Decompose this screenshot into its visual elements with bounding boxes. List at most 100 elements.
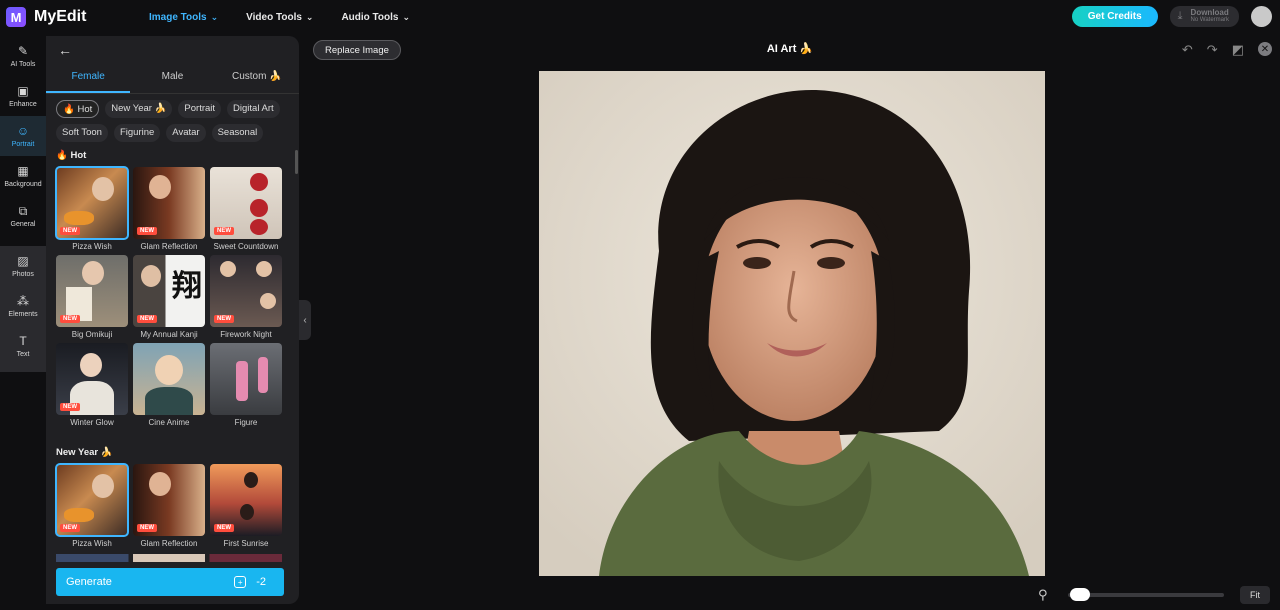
chip-portrait[interactable]: Portrait [178, 100, 222, 118]
portrait-icon: ☺ [16, 124, 30, 138]
style-card-pizza-wish[interactable]: NEW Pizza Wish [55, 166, 129, 252]
tab-female[interactable]: Female [46, 66, 131, 93]
undo-icon[interactable]: ↶ [1182, 42, 1193, 58]
new-badge: NEW [60, 227, 80, 235]
new-badge: NEW [137, 315, 157, 323]
rail-item-enhance[interactable]: ▣ Enhance [0, 76, 46, 116]
close-icon[interactable]: ✕ [1258, 42, 1272, 56]
new-badge: NEW [214, 227, 234, 235]
panel-scrollbar[interactable] [295, 150, 298, 174]
chip-seasonal[interactable]: Seasonal [211, 124, 264, 142]
thumb-figure [92, 474, 114, 498]
rail-item-background[interactable]: ▦ Background [0, 156, 46, 196]
thumb-figure [82, 261, 104, 285]
tab-custom[interactable]: Custom 🍌 [215, 66, 299, 93]
nav-label: Image Tools [149, 11, 207, 23]
thumb-figure [240, 504, 254, 520]
chip-figurine[interactable]: Figurine [113, 124, 161, 142]
style-label: Cine Anime [148, 418, 190, 427]
style-panel: ← Female Male Custom 🍌 🔥 Hot New Year 🍌 … [46, 36, 299, 604]
thumb-figure [64, 211, 94, 225]
section-title-new-year: New Year 🍌 [56, 447, 113, 458]
nav-video-tools[interactable]: Video Tools ⌄ [246, 12, 313, 23]
get-credits-button[interactable]: Get Credits [1071, 6, 1158, 27]
left-rail: ✎ AI Tools ▣ Enhance ☺ Portrait ▦ Backgr… [0, 36, 46, 610]
credit-icon: + [234, 576, 247, 588]
style-card-sweet-countdown[interactable]: NEW Sweet Countdown [210, 167, 282, 252]
avatar[interactable] [1251, 6, 1272, 27]
style-card-big-omikuji[interactable]: NEW Big Omikuji [56, 255, 128, 340]
app-name: MyEdit [34, 8, 87, 25]
style-label: Pizza Wish [72, 539, 112, 548]
style-thumbnail: NEW [210, 464, 282, 536]
rail-label: AI Tools [10, 61, 36, 68]
replace-image-button[interactable]: Replace Image [313, 40, 401, 60]
hot-style-grid: NEW Pizza Wish NEW Glam Reflection NEW S… [55, 166, 282, 428]
nav-label: Video Tools [246, 11, 302, 23]
style-card-pizza-wish[interactable]: NEW Pizza Wish [55, 463, 129, 549]
header-actions: Get Credits ⤓ Download No Watermark [1071, 6, 1272, 27]
style-card-figure[interactable]: Figure [210, 343, 282, 428]
collapse-panel-button[interactable]: ‹ [299, 300, 311, 340]
style-label: Firework Night [220, 330, 272, 339]
download-label: Download [1190, 8, 1229, 17]
rail-item-elements[interactable]: ⁂ Elements [0, 286, 46, 326]
generate-button[interactable]: Generate + -2 [56, 568, 284, 596]
nav-label: Audio Tools [341, 11, 399, 23]
thumb-figure [236, 361, 248, 401]
rail-label: Portrait [11, 141, 35, 148]
style-label: Pizza Wish [72, 242, 112, 251]
zoom-icon[interactable]: ⚲ [1038, 587, 1048, 603]
style-label: Figure [234, 418, 258, 427]
download-button[interactable]: ⤓ Download No Watermark [1169, 6, 1239, 27]
chevron-down-icon: ⌄ [210, 11, 219, 22]
style-card-winter-glow[interactable]: NEW Winter Glow [56, 343, 128, 428]
general-icon: ⧉ [18, 204, 28, 218]
rail-label: Enhance [9, 101, 37, 108]
style-card-first-sunrise[interactable]: NEW First Sunrise [210, 464, 282, 549]
style-thumbnail [133, 343, 205, 415]
elements-icon: ⁂ [17, 294, 29, 308]
chip-new-year[interactable]: New Year 🍌 [105, 100, 173, 118]
chip-digital-art[interactable]: Digital Art [227, 100, 280, 118]
nav-image-tools[interactable]: Image Tools ⌄ [149, 12, 218, 23]
rail-item-ai-tools[interactable]: ✎ AI Tools [0, 36, 46, 76]
style-card-firework-night[interactable]: NEW Firework Night [210, 255, 282, 340]
rail-item-portrait[interactable]: ☺ Portrait [0, 116, 46, 156]
download-icon: ⤓ [1177, 10, 1183, 22]
rail-item-photos[interactable]: ▨ Photos [0, 246, 46, 286]
style-card-my-annual-kanji[interactable]: 翔 NEW My Annual Kanji [133, 255, 205, 340]
compare-icon[interactable]: ◩ [1232, 42, 1244, 58]
app-logo[interactable]: M MyEdit [0, 7, 146, 27]
tab-male[interactable]: Male [130, 66, 214, 93]
back-arrow-icon[interactable]: ← [58, 42, 72, 58]
rail-label: Photos [12, 271, 34, 278]
zoom-slider[interactable] [1068, 593, 1224, 597]
thumb-figure [145, 387, 193, 415]
style-thumbnail: NEW [56, 255, 128, 327]
portrait-photo [539, 71, 1045, 576]
thumb-figure [64, 508, 94, 522]
fit-button[interactable]: Fit [1240, 586, 1270, 604]
rail-item-general[interactable]: ⧉ General [0, 196, 46, 236]
style-thumbnail: NEW [133, 464, 205, 536]
style-card-glam-reflection[interactable]: NEW Glam Reflection [133, 167, 205, 252]
style-label: Glam Reflection [140, 242, 198, 251]
kanji-glyph: 翔 [172, 270, 202, 303]
thumb-figure [220, 261, 236, 277]
style-card-glam-reflection[interactable]: NEW Glam Reflection [133, 464, 205, 549]
redo-icon[interactable]: ↷ [1207, 42, 1218, 58]
top-bar: M MyEdit Image Tools ⌄ Video Tools ⌄ Audio… [0, 0, 1280, 34]
zoom-slider-handle[interactable] [1070, 588, 1090, 601]
new-badge: NEW [214, 524, 234, 532]
new-badge: NEW [60, 524, 80, 532]
chip-avatar[interactable]: Avatar [166, 124, 206, 142]
style-card-cine-anime[interactable]: Cine Anime [133, 343, 205, 428]
nav-audio-tools[interactable]: Audio Tools ⌄ [341, 12, 410, 23]
rail-item-text[interactable]: T Text [0, 326, 46, 366]
chip-hot[interactable]: 🔥 Hot [56, 100, 100, 118]
chip-soft-toon[interactable]: Soft Toon [56, 124, 108, 142]
new-badge: NEW [214, 315, 234, 323]
credit-cost-value: -2 [256, 576, 266, 588]
thumb-figure [250, 219, 268, 235]
